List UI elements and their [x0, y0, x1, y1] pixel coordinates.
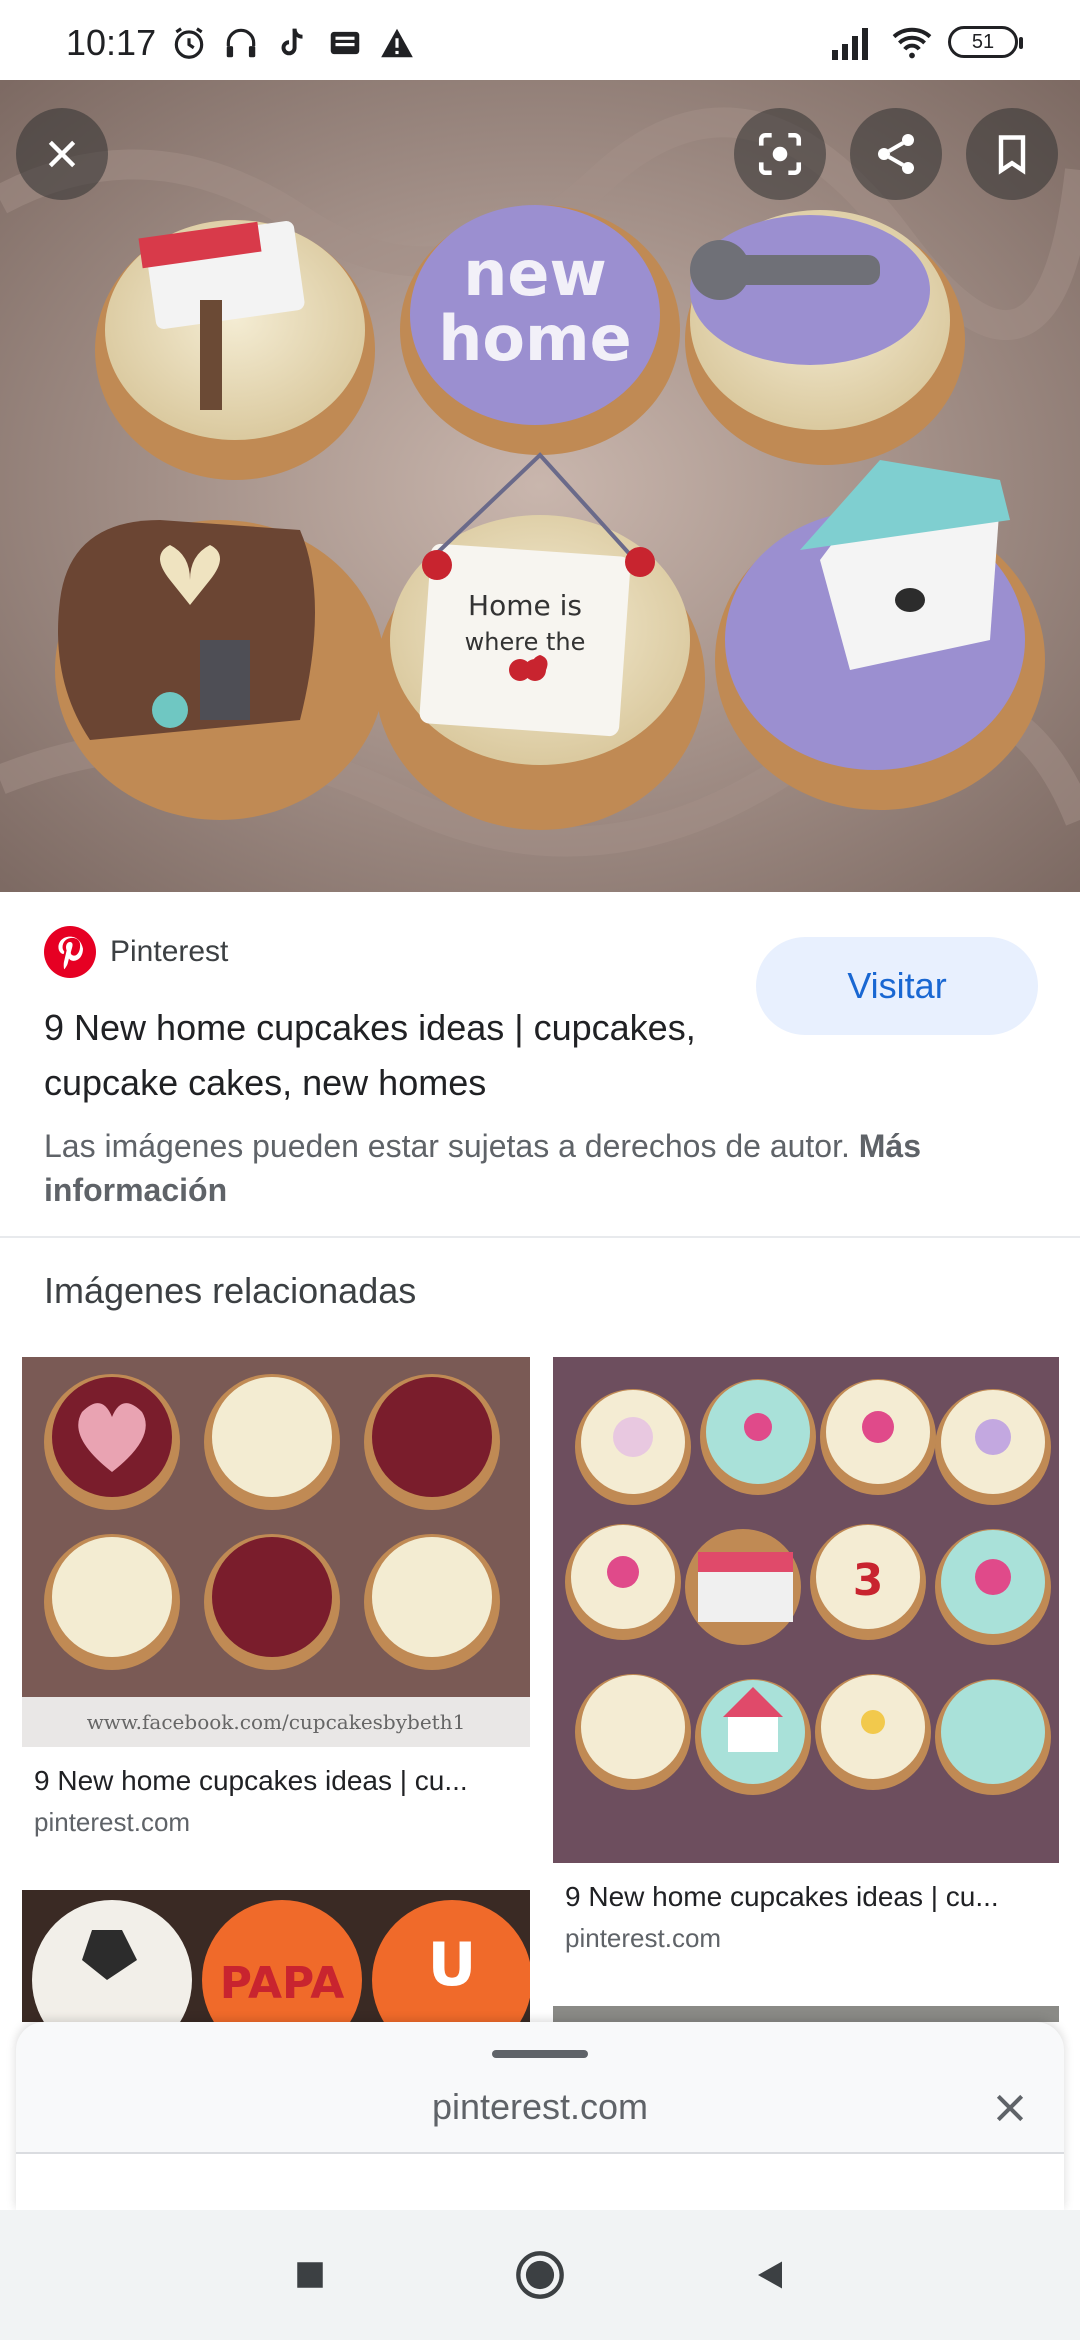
- notification-icons: [170, 24, 416, 62]
- copyright-text: Las imágenes pueden estar sujetas a dere…: [44, 1128, 850, 1164]
- link-preview-sheet[interactable]: pinterest.com: [16, 2022, 1064, 2210]
- share-icon: [878, 134, 914, 174]
- sheet-domain: pinterest.com: [431, 2086, 649, 2127]
- related-card-title: 9 New home cupcakes ideas | cu...: [565, 1881, 999, 1912]
- system-nav-bar: [0, 2210, 1080, 2340]
- divider: [0, 1236, 1080, 1238]
- related-card-domain: pinterest.com: [34, 1807, 191, 1837]
- wifi-icon: [892, 27, 932, 59]
- related-card[interactable]: [553, 2006, 1059, 2022]
- status-time: 10:17: [66, 22, 157, 63]
- result-title[interactable]: 9 New home cupcakes ideas | cupcakes, cu…: [44, 1000, 744, 1110]
- close-icon: [48, 140, 76, 168]
- related-card[interactable]: www.facebook.com/cupcakesbybeth1 9 New h…: [22, 1357, 530, 1838]
- source-row[interactable]: Pinterest: [44, 926, 228, 978]
- visit-button[interactable]: Visitar: [756, 937, 1038, 1035]
- svg-text:PAPA: PAPA: [220, 1958, 345, 2009]
- close-button[interactable]: [16, 108, 108, 200]
- svg-text:home: home: [438, 302, 631, 375]
- share-button[interactable]: [850, 108, 942, 200]
- news-icon: [330, 31, 360, 55]
- svg-text:U: U: [428, 1930, 477, 2000]
- status-bar: 10:17 51: [0, 0, 1080, 80]
- related-card-domain: pinterest.com: [565, 1923, 722, 1953]
- warning-icon: [381, 28, 413, 58]
- sheet-close-button[interactable]: [980, 2078, 1040, 2138]
- lens-icon: [758, 132, 802, 176]
- signal-icon: [832, 28, 868, 60]
- related-thumbnail[interactable]: [553, 2006, 1059, 2022]
- square-icon: [297, 2262, 323, 2288]
- svg-text:3: 3: [853, 1555, 884, 1606]
- related-thumbnail[interactable]: PAPA U: [22, 1890, 530, 2022]
- related-thumbnail[interactable]: 3: [553, 1357, 1059, 1863]
- system-icons: 51: [832, 24, 1023, 60]
- related-card[interactable]: 3 9 New home cupcakes ideas | cu... pint…: [553, 1357, 1059, 1954]
- related-images-heading: Imágenes relacionadas: [44, 1270, 417, 1311]
- svg-text:new: new: [463, 237, 606, 310]
- close-icon: [996, 2094, 1024, 2122]
- tiktok-icon: [281, 28, 303, 56]
- sheet-content: [16, 2152, 1064, 2210]
- copyright-notice: Las imágenes pueden estar sujetas a dere…: [44, 1124, 1044, 1212]
- triangle-back-icon: [758, 2261, 782, 2289]
- pinterest-logo-icon: [44, 926, 96, 978]
- alarm-icon: [174, 27, 204, 59]
- bookmark-icon: [998, 135, 1026, 175]
- source-name: Pinterest: [110, 935, 229, 968]
- circle-icon: [516, 2251, 564, 2299]
- svg-text:where the: where the: [465, 628, 586, 656]
- drag-handle[interactable]: [492, 2050, 588, 2058]
- result-info: Pinterest Visitar 9 New home cupcakes id…: [0, 892, 1080, 1237]
- back-button[interactable]: [740, 2245, 800, 2305]
- hero-image[interactable]: new home Home is where the: [0, 80, 1080, 892]
- battery-level: 51: [971, 30, 995, 53]
- related-thumbnail[interactable]: www.facebook.com/cupcakesbybeth1: [22, 1357, 530, 1747]
- related-card-title: 9 New home cupcakes ideas | cu...: [34, 1765, 468, 1796]
- svg-text:Home is: Home is: [468, 589, 582, 622]
- home-button[interactable]: [510, 2245, 570, 2305]
- battery-icon: 51: [948, 26, 1023, 58]
- related-card[interactable]: PAPA U: [22, 1890, 530, 2022]
- bookmark-button[interactable]: [966, 108, 1058, 200]
- recents-button[interactable]: [280, 2245, 340, 2305]
- svg-text:www.facebook.com/cupcakesbybet: www.facebook.com/cupcakesbybeth1: [87, 1710, 466, 1734]
- headset-icon: [226, 28, 256, 58]
- lens-button[interactable]: [734, 108, 826, 200]
- cupcakes-photo: new home Home is where the: [0, 80, 1080, 892]
